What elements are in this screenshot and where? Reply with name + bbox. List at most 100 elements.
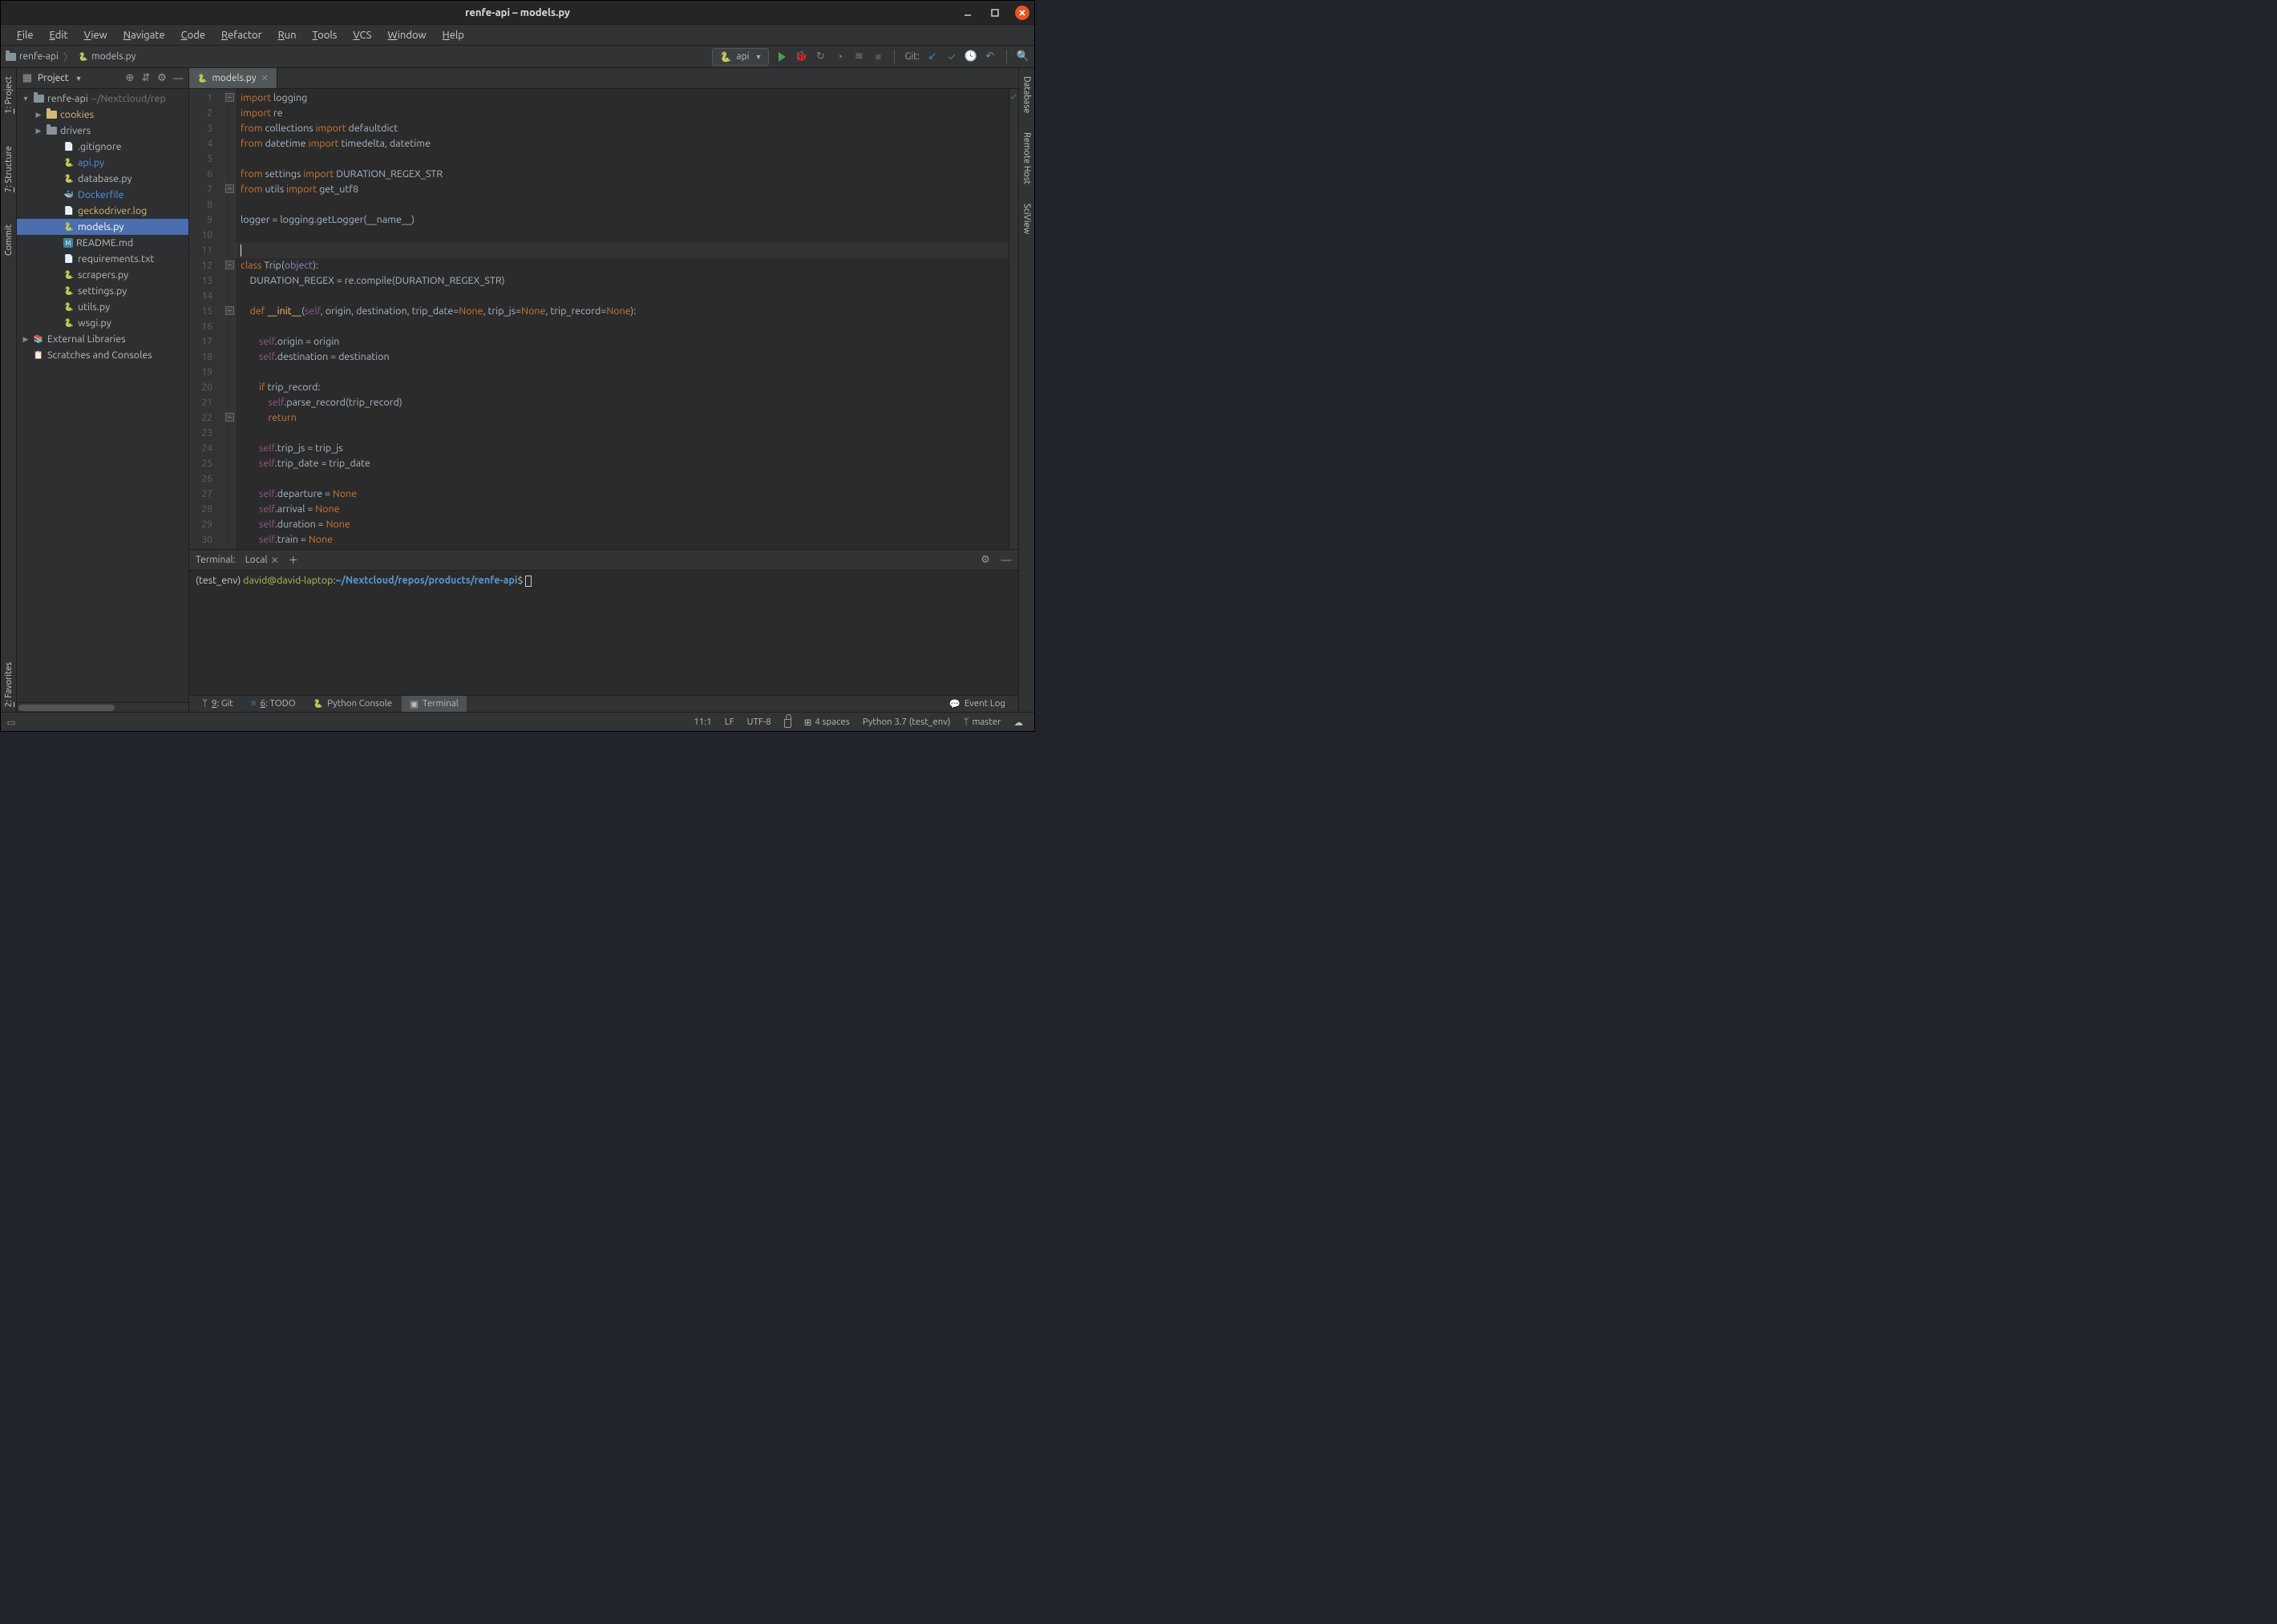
tree-node-drivers[interactable]: ▶drivers (17, 123, 188, 139)
close-terminal-tab-icon[interactable]: ✕ (271, 555, 279, 566)
close-tab-icon[interactable]: ✕ (261, 73, 269, 83)
file-scrapers-py[interactable]: 🐍scrapers.py (17, 267, 188, 283)
fold-toggle[interactable]: − (225, 261, 234, 269)
file-wsgi-py[interactable]: 🐍wsgi.py (17, 315, 188, 331)
status-git-branch[interactable]: ᛘmaster (957, 717, 1008, 727)
vcs-history-icon[interactable]: 🕓 (965, 50, 977, 63)
vcs-revert-icon[interactable]: ↶ (984, 50, 997, 63)
maximize-button[interactable] (988, 6, 1002, 20)
expand-arrow-icon[interactable]: ▶ (22, 335, 30, 344)
status-encoding[interactable]: UTF-8 (741, 717, 778, 727)
tree-label: External Libraries (47, 333, 126, 345)
hide-terminal-icon[interactable]: — (1001, 555, 1012, 566)
menu-tools[interactable]: Tools (305, 27, 346, 43)
close-button[interactable] (1015, 6, 1029, 20)
stop-button[interactable]: ■ (872, 50, 884, 63)
menu-window[interactable]: Window (379, 27, 434, 43)
bottom-tab-pythonconsole[interactable]: 🐍Python Console (305, 696, 400, 711)
expand-arrow-icon[interactable]: ▼ (22, 95, 30, 103)
menu-file[interactable]: File (9, 27, 42, 43)
project-tree[interactable]: ▼renfe-api ~/Nextcloud/rep▶cookies▶drive… (17, 89, 188, 702)
concurrency-button[interactable]: ≋ (852, 50, 865, 63)
error-stripe[interactable]: ✓ (1009, 89, 1018, 549)
line-number-gutter[interactable]: 1234567891011121314151617181920212223242… (189, 89, 224, 549)
run-coverage-button[interactable]: ↻ (814, 50, 827, 63)
event-log-button[interactable]: 💬Event Log (941, 696, 1014, 712)
minimize-button[interactable] (961, 6, 975, 20)
vcs-update-icon[interactable]: ↙ (926, 50, 939, 63)
right-tab-remotehost[interactable]: Remote Host (1021, 127, 1033, 189)
status-indent[interactable]: ⊞4 spaces (798, 717, 856, 728)
status-readonly[interactable] (778, 717, 798, 728)
file-requirements-txt[interactable]: 📄requirements.txt (17, 251, 188, 267)
project-panel-title[interactable]: Project (38, 73, 69, 83)
bottom-tab-terminal[interactable]: ▣Terminal (402, 696, 467, 712)
left-tab-commit[interactable]: Commit (2, 220, 15, 261)
vcs-commit-icon[interactable]: ✓ (945, 50, 958, 63)
terminal-body[interactable]: (test_env) david@david-laptop:~/Nextclou… (189, 571, 1018, 695)
left-tab-structure[interactable]: 7: Structure (2, 141, 15, 197)
chevron-down-icon[interactable]: ▼ (75, 75, 83, 83)
menu-run[interactable]: Run (270, 27, 305, 43)
debug-button[interactable]: 🐞 (795, 50, 807, 63)
left-tab-favorites[interactable]: 2: Favorites (2, 657, 15, 712)
file-database-py[interactable]: 🐍database.py (17, 171, 188, 187)
tree-node-scratches-and-consoles[interactable]: 📋Scratches and Consoles (17, 347, 188, 363)
fold-toggle[interactable]: − (225, 93, 234, 102)
menu-navigate[interactable]: Navigate (115, 27, 173, 43)
breadcrumb-label: renfe-api (19, 51, 59, 62)
menu-help[interactable]: Help (435, 27, 472, 43)
fold-toggle[interactable]: − (225, 184, 234, 193)
fold-toggle[interactable]: − (225, 306, 234, 315)
search-everywhere-icon[interactable]: 🔍 (1017, 50, 1029, 63)
menu-edit[interactable]: Edit (42, 27, 76, 43)
settings-icon[interactable]: ⚙ (156, 73, 168, 84)
editor-area: 🐍 models.py ✕ 12345678910111213141516171… (189, 68, 1018, 549)
status-line-separator[interactable]: LF (718, 717, 741, 727)
bottom-tab-git[interactable]: ᛘ9: Git (194, 696, 241, 711)
tree-node-external-libraries[interactable]: ▶📚External Libraries (17, 331, 188, 347)
menu-code[interactable]: Code (173, 27, 213, 43)
tree-node-renfe-api[interactable]: ▼renfe-api ~/Nextcloud/rep (17, 91, 188, 107)
file-README-md[interactable]: MREADME.md (17, 235, 188, 251)
fold-toggle[interactable]: − (225, 413, 234, 422)
terminal-settings-icon[interactable]: ⚙ (980, 555, 991, 566)
file-geckodriver-log[interactable]: 📄geckodriver.log (17, 203, 188, 219)
python-file-icon: 🐍 (63, 285, 75, 297)
breadcrumb-item[interactable]: renfe-api (6, 51, 59, 62)
tree-node-cookies[interactable]: ▶cookies (17, 107, 188, 123)
select-opened-file-icon[interactable]: ⊕ (124, 73, 135, 84)
run-config-selector[interactable]: 🐍 api ▼ (712, 48, 769, 66)
menu-vcs[interactable]: VCS (345, 27, 379, 43)
file-utils-py[interactable]: 🐍utils.py (17, 299, 188, 315)
left-tab-project[interactable]: 1: Project (2, 71, 15, 119)
expand-arrow-icon[interactable]: ▶ (34, 111, 42, 119)
bottom-tab-todo[interactable]: ≡6: TODO (243, 696, 304, 711)
status-cursor-position[interactable]: 11:1 (687, 717, 718, 727)
breadcrumb-item[interactable]: 🐍models.py (79, 51, 136, 62)
hide-panel-icon[interactable]: — (172, 73, 184, 84)
collapse-all-icon[interactable]: ⇵ (140, 73, 152, 84)
expand-arrow-icon[interactable]: ▶ (34, 127, 42, 135)
status-interpreter[interactable]: Python 3.7 (test_env) (856, 717, 957, 727)
profile-button[interactable]: ◔ (833, 50, 846, 63)
code-editor[interactable]: import logging import re from collection… (236, 89, 1009, 549)
right-tab-database[interactable]: Database (1021, 71, 1033, 118)
horizontal-scrollbar[interactable] (17, 702, 188, 712)
run-button[interactable] (775, 50, 788, 63)
tools-menu-icon[interactable]: ▭ (6, 717, 17, 728)
file--gitignore[interactable]: 📄.gitignore (17, 139, 188, 155)
editor-tab[interactable]: 🐍 models.py ✕ (189, 68, 277, 88)
file-settings-py[interactable]: 🐍settings.py (17, 283, 188, 299)
menu-view[interactable]: View (76, 27, 115, 43)
fold-column[interactable]: − − − − − (224, 89, 236, 549)
menu-refactor[interactable]: Refactor (213, 27, 270, 43)
file-Dockerfile[interactable]: 🐳Dockerfile (17, 187, 188, 203)
new-terminal-tab-button[interactable]: ＋ (289, 553, 298, 567)
file-models-py[interactable]: 🐍models.py (17, 219, 188, 235)
file-api-py[interactable]: 🐍api.py (17, 155, 188, 171)
terminal-tab[interactable]: Local ✕ (245, 555, 279, 566)
editor-tab-label: models.py (212, 73, 256, 83)
status-memory-icon[interactable]: ☁ (1008, 717, 1030, 728)
right-tab-sciview[interactable]: SciView (1021, 199, 1033, 239)
